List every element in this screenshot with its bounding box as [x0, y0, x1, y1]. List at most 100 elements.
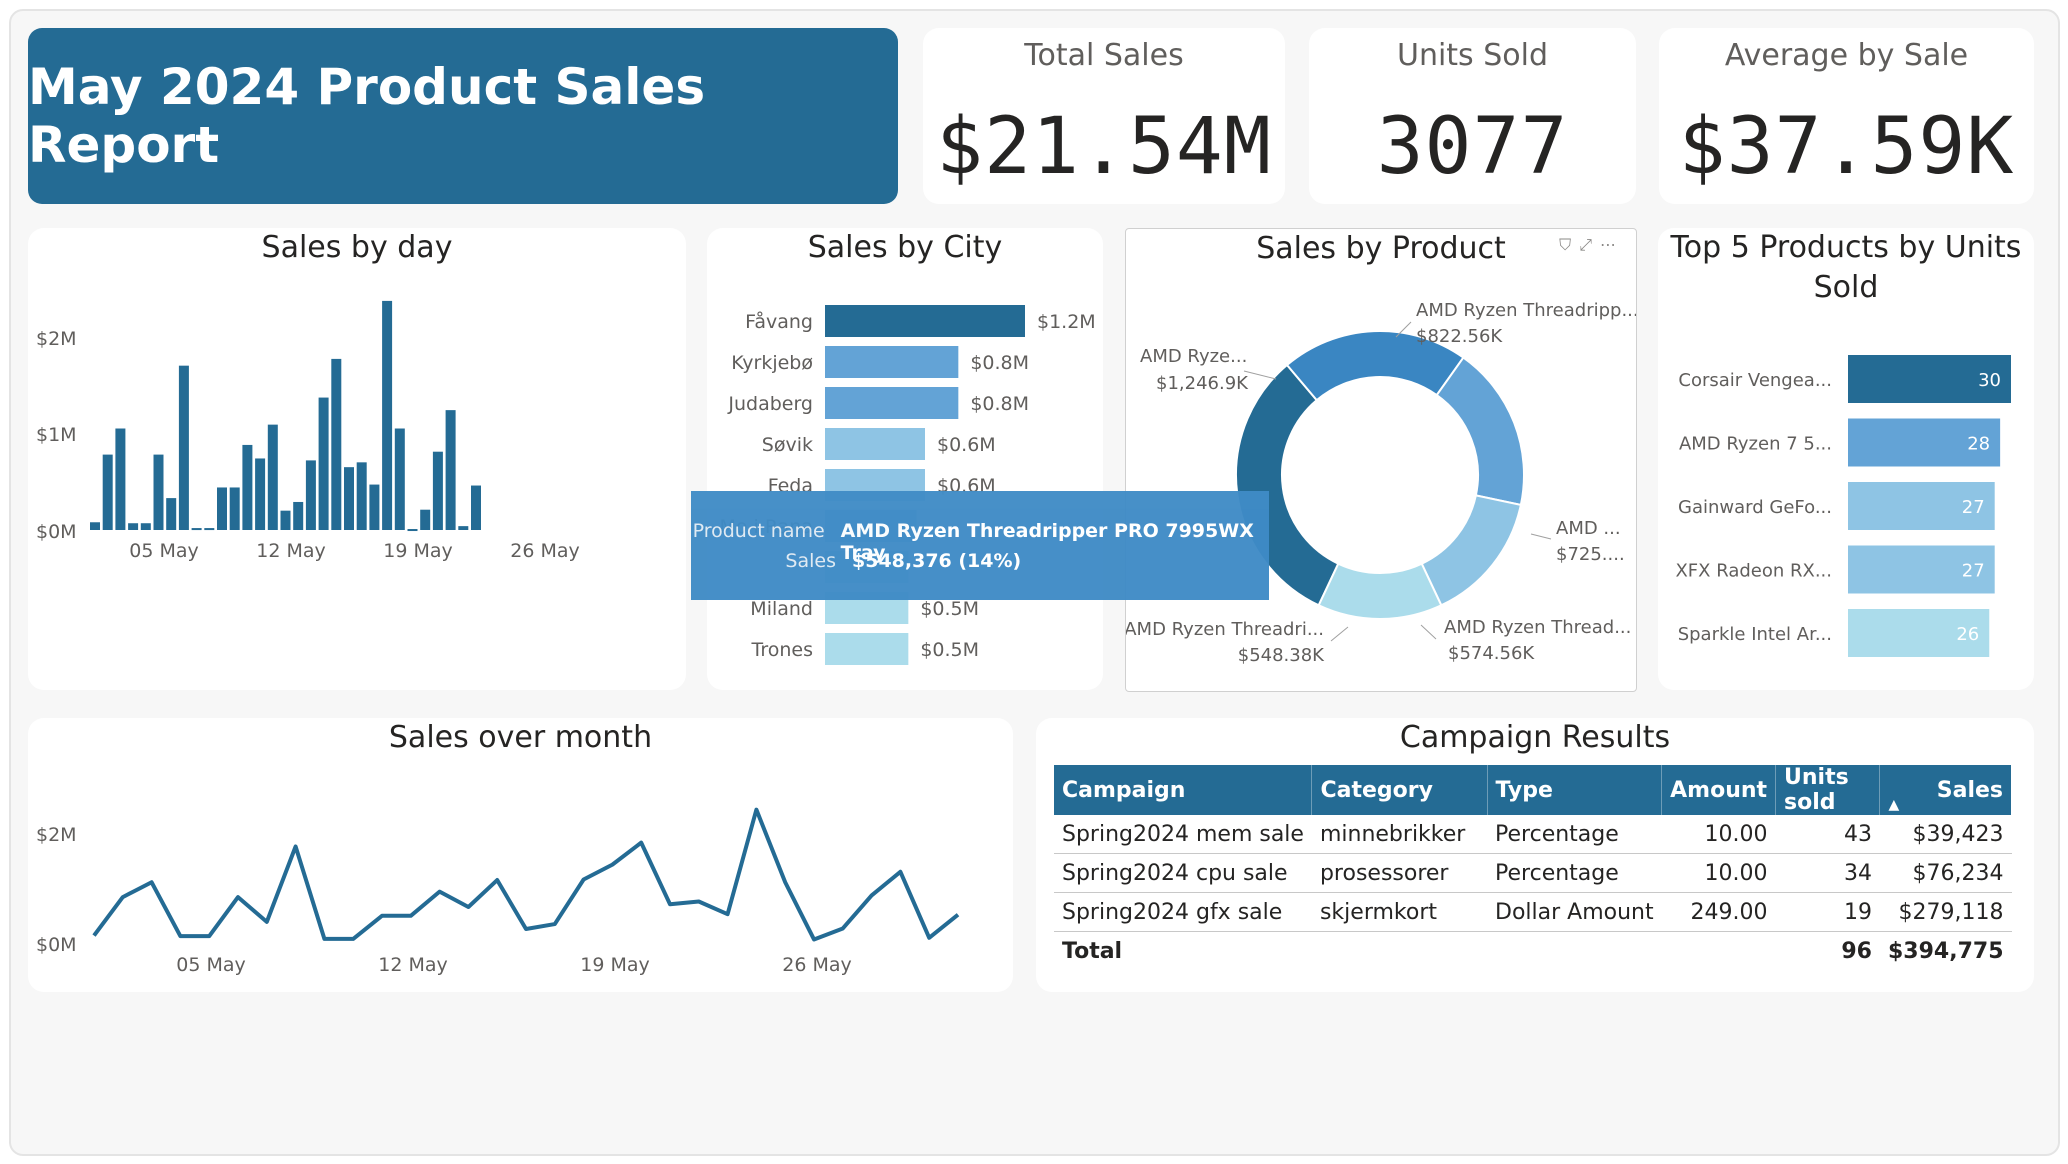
col-header-campaign[interactable]: Campaign: [1054, 765, 1313, 815]
day-bar[interactable]: [128, 523, 139, 530]
sales-by-day-chart: $2M $1M $0M 05 May 12 May 19 May 26 May: [36, 300, 580, 562]
x-tick: 19 May: [383, 540, 453, 562]
table-row[interactable]: Spring2024 cpu sale prosessorer Percenta…: [1054, 853, 2012, 893]
day-bar[interactable]: [115, 428, 126, 531]
day-bar[interactable]: [267, 424, 278, 530]
sort-ascending-icon[interactable]: ▲: [1888, 797, 1899, 813]
kpi-label: Total Sales: [1024, 38, 1184, 73]
cell-total-label: Total: [1062, 938, 1123, 964]
day-bar[interactable]: [166, 498, 177, 530]
day-bar[interactable]: [191, 528, 202, 531]
tooltip-value: $548,376 (14%): [852, 550, 1022, 572]
city-bar[interactable]: [825, 305, 1025, 337]
day-bar[interactable]: [217, 487, 227, 530]
sales-by-city-card[interactable]: Sales by City Fåvang $1.2M Kyrkjebø $0.8M Ju…: [707, 228, 1103, 690]
kpi-total-sales-card[interactable]: Total Sales $21.54M: [923, 28, 1285, 204]
col-header-units-sold[interactable]: Units sold: [1775, 765, 1881, 815]
product-value-label: 30: [1978, 370, 2001, 391]
x-tick: 26 May: [510, 540, 580, 562]
city-bar[interactable]: [825, 428, 925, 460]
city-bar[interactable]: [825, 633, 909, 665]
day-bar[interactable]: [382, 300, 393, 530]
col-header-type[interactable]: Type: [1487, 765, 1663, 815]
kpi-units-sold-card[interactable]: Units Sold 3077: [1309, 28, 1636, 204]
y-tick: $2M: [36, 824, 77, 846]
day-bar[interactable]: [331, 358, 342, 530]
cell-type: Dollar Amount: [1487, 892, 1662, 932]
product-label: Corsair Vengea...: [1678, 370, 1832, 391]
table-row[interactable]: Spring2024 mem sale minnebrikker Percent…: [1054, 815, 2012, 854]
day-bar[interactable]: [420, 509, 431, 530]
day-bar[interactable]: [140, 523, 151, 530]
day-bar[interactable]: [432, 451, 443, 530]
table-total-row: Total 96 $394,775: [1054, 932, 2012, 971]
kpi-label: Units Sold: [1396, 38, 1548, 73]
day-bar[interactable]: [242, 444, 253, 530]
day-bar[interactable]: [407, 529, 418, 532]
y-tick: $0M: [36, 934, 77, 956]
day-bar[interactable]: [471, 485, 481, 530]
sales-by-product-card[interactable]: Sales by Product ⛉⤢⋯ AMD Ryze... $1,246.9…: [1125, 228, 1637, 692]
donut-slice[interactable]: [1317, 562, 1443, 620]
day-bar[interactable]: [102, 454, 113, 530]
report-title: May 2024 Product Sales Report: [28, 58, 706, 174]
city-label: Judaberg: [727, 393, 813, 415]
day-bar[interactable]: [369, 484, 380, 530]
campaign-table: Campaign Category Type Amount Units sold…: [1054, 765, 2012, 970]
cell-category: minnebrikker: [1311, 815, 1488, 854]
slice-name-label: AMD Ryzen Threadripp...: [1416, 300, 1636, 321]
slice-value-label: $1,246.9K: [1156, 373, 1249, 394]
city-value-label: $0.8M: [970, 352, 1029, 374]
sales-by-city-chart: Fåvang $1.2M Kyrkjebø $0.8M Judaberg $0.8M Søv…: [720, 305, 1096, 665]
y-tick: $2M: [36, 328, 77, 350]
day-bar[interactable]: [458, 526, 469, 530]
day-bar[interactable]: [344, 467, 354, 530]
sales-by-day-card[interactable]: Sales by day $2M $1M $0M 05 May 12 May 1…: [28, 228, 686, 690]
x-tick: 12 May: [378, 954, 448, 976]
day-bar[interactable]: [318, 397, 329, 530]
city-value-label: $0.5M: [920, 639, 979, 661]
donut-slice[interactable]: [1420, 494, 1523, 607]
kpi-average-sale-card[interactable]: Average by Sale $37.59K: [1659, 28, 2034, 204]
y-tick: $1M: [36, 424, 77, 446]
sales-line: [92, 807, 960, 942]
day-bar[interactable]: [445, 410, 456, 530]
city-bar[interactable]: [825, 387, 959, 419]
day-bar[interactable]: [293, 501, 304, 530]
day-bar[interactable]: [356, 462, 367, 530]
table-row[interactable]: Spring2024 gfx sale skjermkort Dollar Am…: [1054, 892, 2012, 932]
col-header-category[interactable]: Category: [1311, 765, 1488, 815]
slice-name-label: AMD Ryzen Thread...: [1444, 617, 1631, 638]
day-bar[interactable]: [178, 365, 189, 530]
city-value-label: $1.2M: [1037, 311, 1096, 333]
cell-amount: 249.00: [1661, 892, 1776, 932]
day-bar[interactable]: [280, 510, 291, 530]
cell-type: Percentage: [1487, 853, 1662, 893]
city-bar[interactable]: [825, 346, 959, 378]
col-header-label: Sales: [1936, 777, 2003, 803]
city-label: Kyrkjebø: [731, 352, 813, 374]
cell-category: skjermkort: [1311, 892, 1488, 932]
day-bar[interactable]: [204, 528, 215, 531]
col-header-sales[interactable]: ▲ Sales: [1879, 765, 2012, 815]
top5-products-card[interactable]: Top 5 Products by Units Sold Corsair Ven…: [1658, 228, 2034, 690]
slice-value-label: $822.56K: [1416, 326, 1503, 347]
slice-name-label: AMD ...: [1556, 518, 1621, 539]
day-bar[interactable]: [229, 487, 240, 530]
x-tick: 05 May: [176, 954, 246, 976]
day-bar[interactable]: [90, 522, 100, 530]
kpi-value: $21.54M: [936, 102, 1272, 192]
col-header-amount[interactable]: Amount: [1661, 765, 1777, 815]
tooltip-label: Sales: [785, 550, 836, 572]
city-value-label: $0.8M: [970, 393, 1029, 415]
day-bar[interactable]: [153, 454, 164, 530]
cell-campaign: Spring2024 gfx sale: [1054, 892, 1312, 932]
donut-slice[interactable]: [1435, 356, 1525, 507]
product-value-label: 27: [1962, 561, 1985, 582]
day-bar[interactable]: [255, 458, 266, 530]
day-bar[interactable]: [394, 428, 405, 531]
cell-total-sales: $394,775: [1887, 938, 2004, 964]
day-bar[interactable]: [305, 460, 316, 530]
sales-over-month-card[interactable]: Sales over month $2M $0M 05 May 12 May 1…: [28, 718, 1013, 992]
city-label: Fåvang: [745, 310, 813, 333]
